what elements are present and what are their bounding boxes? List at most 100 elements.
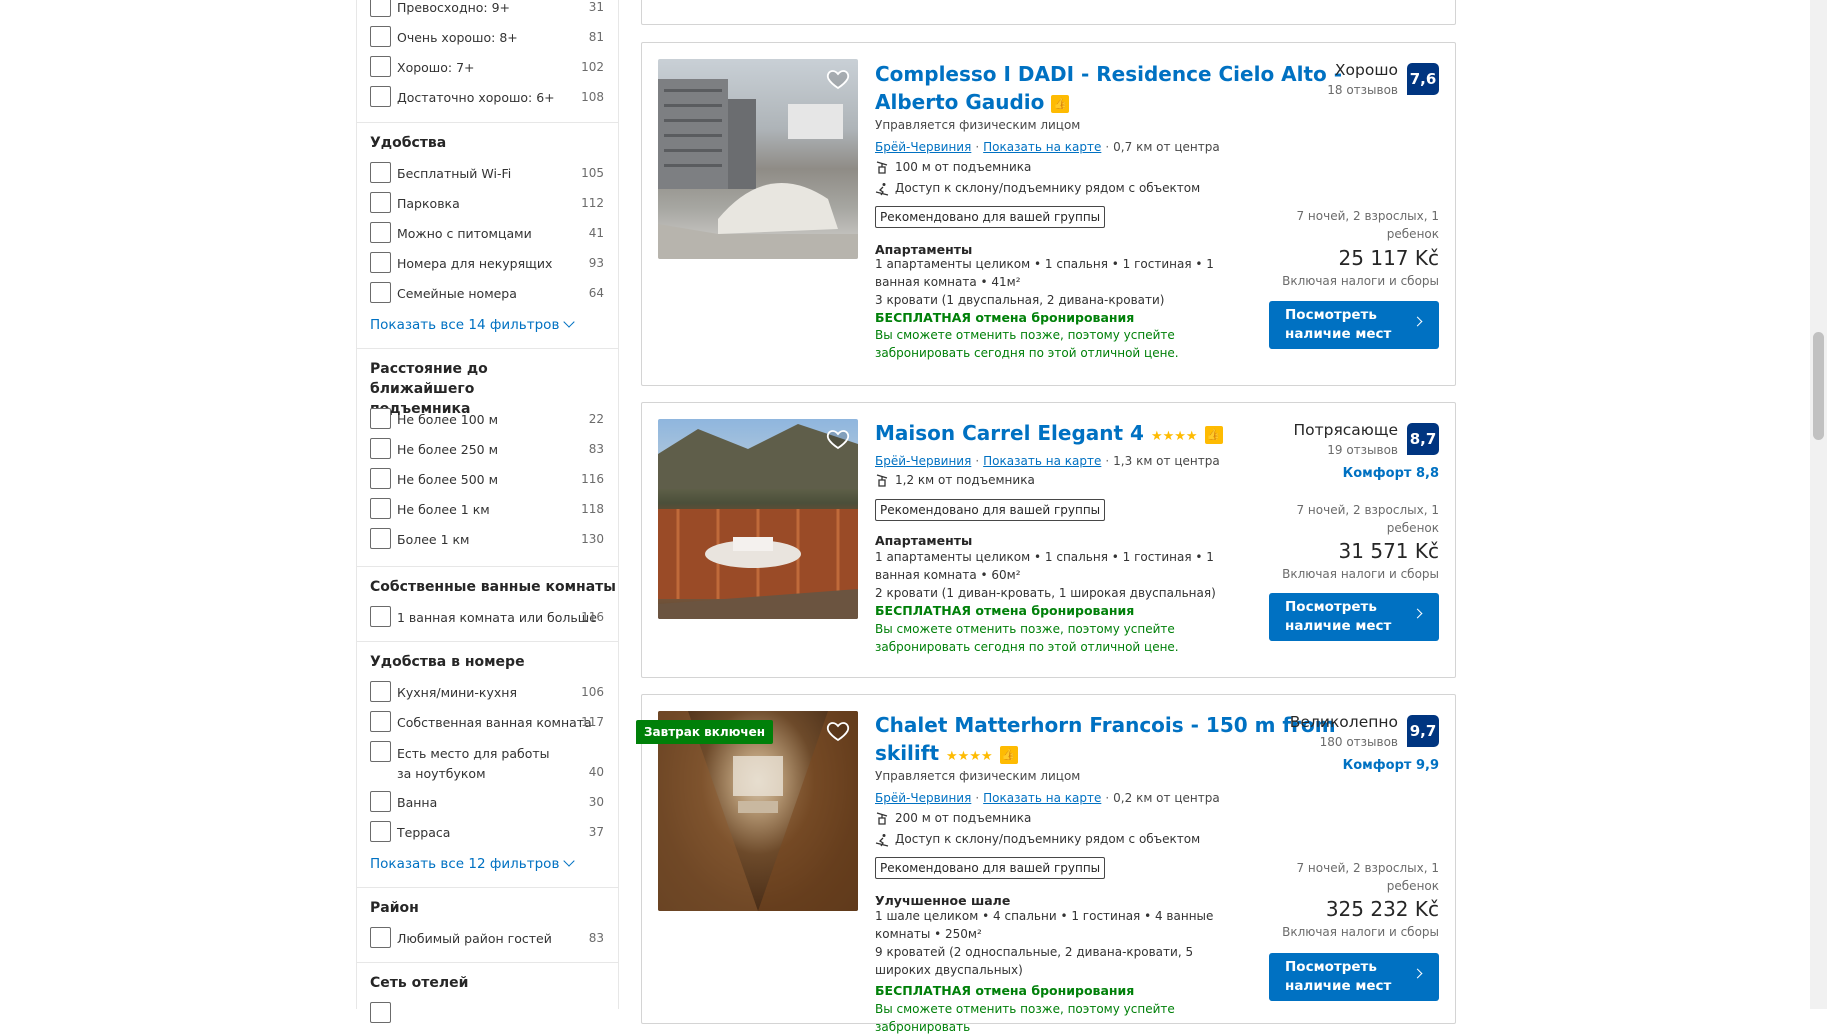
taxes-note: Включая налоги и сборы — [1282, 274, 1439, 288]
checkbox[interactable] — [370, 927, 391, 948]
taxes-note: Включая налоги и сборы — [1282, 567, 1439, 581]
lift-distance: 100 м от подъемника — [875, 160, 1031, 175]
filter-section-bathrooms: Собственные ванные комнаты 1 ванная комн… — [357, 567, 618, 642]
recommended-badge: Рекомендовано для вашей группы — [875, 857, 1106, 879]
filter-item[interactable]: Есть место для работы за ноутбуком 40 — [370, 741, 604, 785]
checkbox[interactable] — [370, 821, 391, 842]
skier-icon — [875, 182, 889, 196]
review-score[interactable]: 8,7 — [1407, 423, 1439, 455]
section-title: Сеть отелей — [370, 975, 469, 991]
checkbox[interactable] — [370, 0, 391, 17]
checkbox[interactable] — [370, 282, 391, 303]
see-availability-button[interactable]: Посмотреть наличие мест — [1269, 953, 1439, 1001]
rating-label: Великолепно — [1289, 713, 1398, 731]
filter-item[interactable]: Номера для некурящих 93 — [370, 252, 604, 276]
review-count[interactable]: 19 отзывов — [1327, 443, 1398, 457]
town-link[interactable]: Брёй-Червиния — [875, 791, 971, 805]
checkbox[interactable] — [370, 528, 391, 549]
filter-item[interactable]: 1 ванная комната или больше 116 — [370, 606, 604, 630]
review-count[interactable]: 180 отзывов — [1320, 735, 1398, 749]
recommended-badge: Рекомендовано для вашей группы — [875, 206, 1106, 228]
chevron-down-icon — [563, 855, 576, 867]
room-description: 1 апартаменты целиком • 1 спальня • 1 го… — [875, 257, 1214, 289]
heart-icon[interactable] — [826, 67, 850, 91]
show-on-map-link[interactable]: Показать на карте — [983, 454, 1101, 468]
checkbox[interactable] — [370, 606, 391, 627]
managed-by: Управляется физическим лицом — [875, 118, 1081, 132]
checkbox[interactable] — [370, 408, 391, 429]
filter-item[interactable]: Кухня/мини-кухня 106 — [370, 681, 604, 705]
review-score[interactable]: 7,6 — [1407, 63, 1439, 95]
filter-item[interactable]: Терраса 37 — [370, 821, 604, 845]
checkbox[interactable] — [370, 192, 391, 213]
filter-item[interactable]: Не более 100 м 22 — [370, 408, 604, 432]
town-link[interactable]: Брёй-Червиния — [875, 454, 971, 468]
see-availability-button[interactable]: Посмотреть наличие мест — [1269, 301, 1439, 349]
checkbox[interactable] — [370, 26, 391, 47]
filter-item[interactable] — [370, 1002, 604, 1026]
checkbox[interactable] — [370, 681, 391, 702]
filter-item[interactable]: Ванна 30 — [370, 791, 604, 815]
section-title: Район — [370, 900, 419, 916]
filter-item[interactable]: Более 1 км 130 — [370, 528, 604, 552]
star-rating-icon: ★★★★ — [1150, 429, 1198, 444]
review-score[interactable]: 9,7 — [1407, 715, 1439, 747]
checkbox[interactable] — [370, 741, 391, 762]
property-title[interactable]: Maison Carrel Elegant 4 ★★★★ 👍 — [875, 419, 1223, 451]
beds-info: 2 кровати (1 диван-кровать, 1 широкая дв… — [875, 586, 1216, 600]
filter-item[interactable]: Не более 250 м 83 — [370, 438, 604, 462]
price: 31 571 Kč — [1338, 539, 1439, 563]
filter-item[interactable]: Бесплатный Wi-Fi 105 — [370, 162, 604, 186]
filters-sidebar: Превосходно: 9+ 31 Очень хорошо: 8+ 81 Хор… — [356, 0, 619, 1023]
show-on-map-link[interactable]: Показать на карте — [983, 791, 1101, 805]
filter-item[interactable]: Не более 500 м 116 — [370, 468, 604, 492]
slope-access: Доступ к склону/подъемнику рядом с объек… — [875, 181, 1200, 196]
town-link[interactable]: Брёй-Червиния — [875, 140, 971, 154]
skier-icon — [875, 833, 889, 847]
filter-section-chain: Сеть отелей — [357, 963, 618, 1023]
filter-rating-7[interactable]: Хорошо: 7+ 102 — [370, 56, 604, 80]
location-line: Брёй-Червиния · Показать на карте · 0,7 км о… — [875, 140, 1220, 154]
heart-icon[interactable] — [826, 427, 850, 451]
filter-item[interactable]: Семейные номера 64 — [370, 282, 604, 306]
property-photo[interactable] — [658, 419, 858, 619]
filter-rating-6[interactable]: Достаточно хорошо: 6+ 108 — [370, 86, 604, 110]
show-on-map-link[interactable]: Показать на карте — [983, 140, 1101, 154]
filter-section-lift-distance: Расстояние до ближайшего подъемника Не б… — [357, 349, 618, 567]
filter-item[interactable]: Парковка 112 — [370, 192, 604, 216]
free-cancellation-note: Вы сможете отменить позже, поэтому успей… — [875, 622, 1179, 654]
see-availability-button[interactable]: Посмотреть наличие мест — [1269, 593, 1439, 641]
show-all-room-facilities-link[interactable]: Показать все 12 фильтров — [370, 855, 576, 872]
checkbox[interactable] — [370, 1002, 391, 1023]
review-count[interactable]: 18 отзывов — [1327, 83, 1398, 97]
filter-item[interactable]: Не более 1 км 118 — [370, 498, 604, 522]
rating-label: Хорошо — [1334, 61, 1398, 79]
scrollbar-thumb[interactable] — [1813, 332, 1824, 440]
ski-lift-icon — [876, 160, 888, 174]
filter-rating-8[interactable]: Очень хорошо: 8+ 81 — [370, 26, 604, 50]
page-scrollbar[interactable] — [1810, 0, 1827, 1009]
ski-lift-icon — [876, 811, 888, 825]
checkbox[interactable] — [370, 252, 391, 273]
checkbox[interactable] — [370, 791, 391, 812]
property-title[interactable]: Chalet Matterhorn Francois - 150 m from s… — [875, 711, 1336, 771]
free-cancellation: БЕСПЛАТНАЯ отмена бронирования — [875, 983, 1135, 998]
filter-section-facilities: Удобства Бесплатный Wi-Fi 105 Парковка 112… — [357, 123, 618, 349]
filter-item[interactable]: Собственная ванная комната 117 — [370, 711, 604, 735]
filter-rating-9[interactable]: Превосходно: 9+ 31 — [370, 0, 604, 20]
filter-item[interactable]: Можно с питомцами 41 — [370, 222, 604, 246]
checkbox[interactable] — [370, 438, 391, 459]
checkbox[interactable] — [370, 711, 391, 732]
checkbox[interactable] — [370, 468, 391, 489]
checkbox[interactable] — [370, 86, 391, 107]
property-title[interactable]: Complesso I DADI - Residence Cielo Alto … — [875, 60, 1342, 116]
property-photo[interactable] — [658, 59, 858, 259]
checkbox[interactable] — [370, 498, 391, 519]
price: 325 232 Kč — [1325, 897, 1439, 921]
checkbox[interactable] — [370, 222, 391, 243]
checkbox[interactable] — [370, 162, 391, 183]
heart-icon[interactable] — [826, 719, 850, 743]
filter-item[interactable]: Любимый район гостей 83 — [370, 927, 604, 951]
show-all-facilities-link[interactable]: Показать все 14 фильтров — [370, 316, 576, 333]
checkbox[interactable] — [370, 56, 391, 77]
